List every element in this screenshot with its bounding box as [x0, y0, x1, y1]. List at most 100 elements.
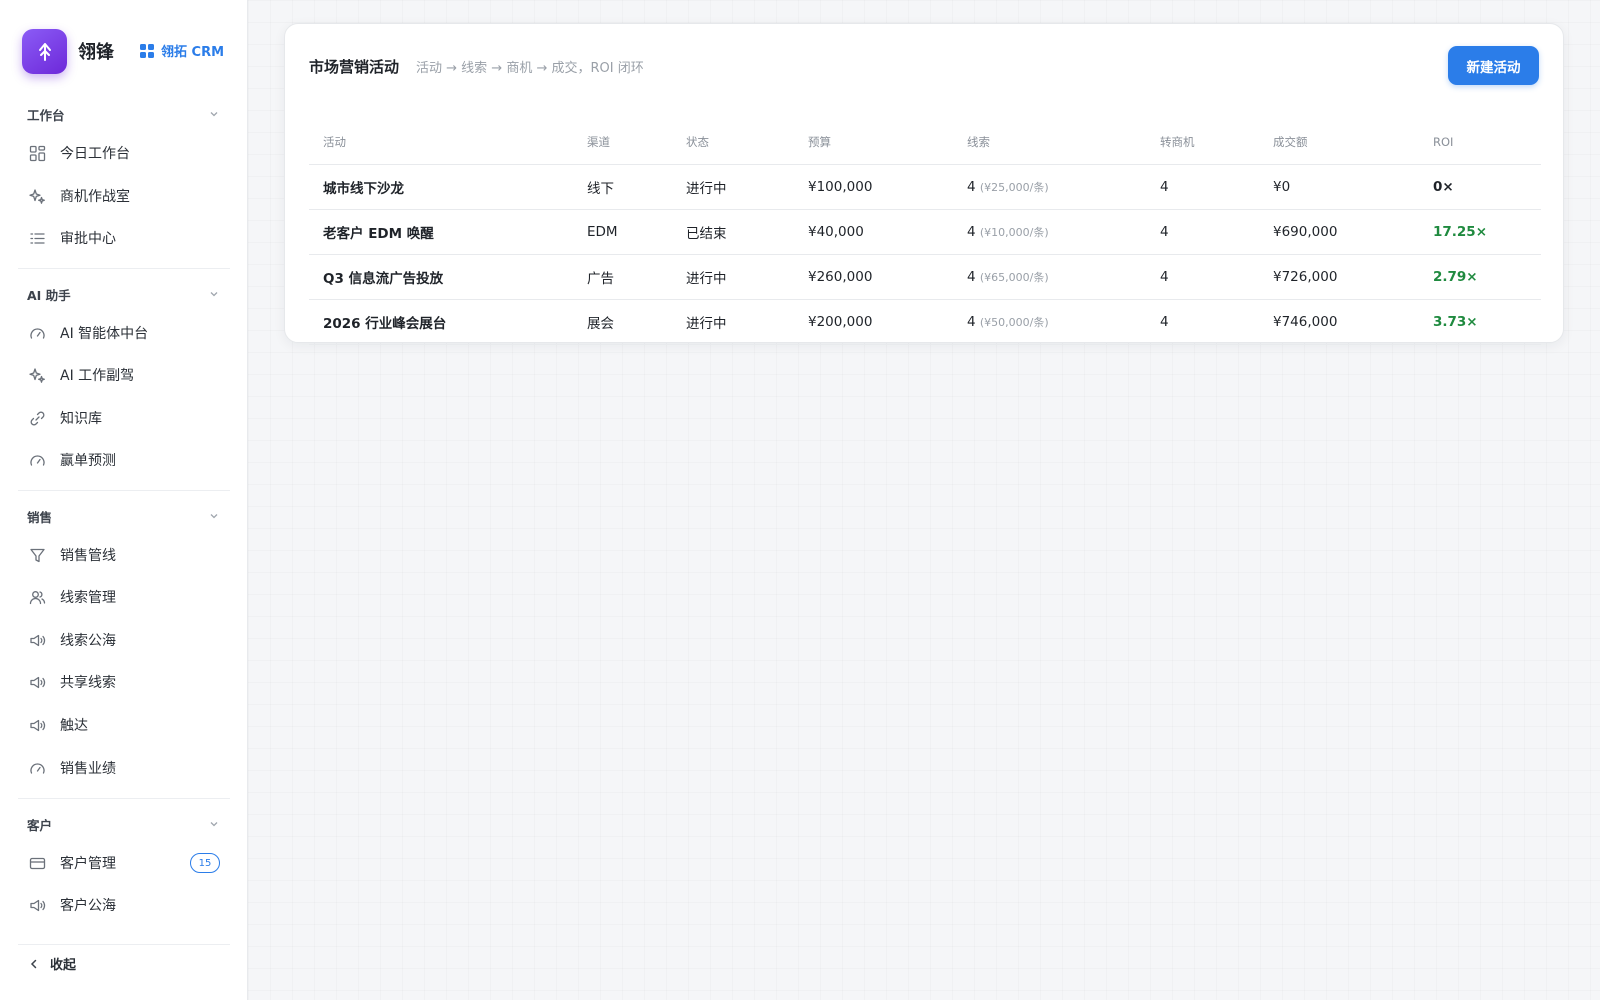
- campaign-name[interactable]: 城市线下沙龙: [309, 164, 573, 210]
- roi-cell: 3.73×: [1419, 299, 1541, 345]
- dashboard-icon: [28, 144, 46, 162]
- group-header-ai-assistant[interactable]: AI 助手: [27, 284, 220, 304]
- column-header[interactable]: 成交额: [1259, 120, 1419, 165]
- funnel-icon: [28, 546, 46, 564]
- sidebar-item-label: 审批中心: [60, 231, 116, 247]
- leads-cell: 4 (¥65,000/条): [953, 254, 1146, 300]
- megaphone-icon: [28, 673, 46, 691]
- channel-cell: 展会: [573, 299, 672, 345]
- divider: [18, 268, 230, 269]
- sidebar-item-shared-leads[interactable]: 共享线索: [28, 668, 220, 696]
- campaign-name[interactable]: 2026 行业峰会展台: [309, 299, 573, 345]
- table-row[interactable]: 2026 行业峰会展台 展会 进行中 ¥200,000 4 (¥50,000/条…: [309, 299, 1541, 345]
- leads-count: 4: [967, 313, 976, 330]
- brand-name: 翎锋: [78, 42, 114, 63]
- sidebar-item-opportunity-room[interactable]: 商机作战室: [28, 182, 220, 210]
- crm-label: 翎拓 CRM: [161, 45, 225, 60]
- table-row[interactable]: Q3 信息流广告投放 广告 进行中 ¥260,000 4 (¥65,000/条)…: [309, 254, 1541, 300]
- column-header[interactable]: 预算: [794, 120, 953, 165]
- chevron-down-icon: [210, 292, 218, 297]
- cost-per-lead: (¥50,000/条): [979, 315, 1049, 329]
- megaphone-icon: [28, 896, 46, 914]
- sidebar-item-outreach[interactable]: 触达: [28, 711, 220, 739]
- sidebar-item-sales-pipeline[interactable]: 销售管线: [28, 541, 220, 569]
- divider: [18, 798, 230, 799]
- revenue-cell: ¥746,000: [1259, 299, 1419, 345]
- page-subtitle: 活动 → 线索 → 商机 → 成交，ROI 闭环: [416, 61, 644, 76]
- chevron-left-icon: [30, 959, 37, 968]
- sidebar-item-ai-copilot[interactable]: AI 工作副驾: [28, 361, 220, 389]
- group-title: AI 助手: [27, 287, 71, 303]
- gauge-icon: [28, 451, 46, 469]
- group-title: 工作台: [27, 107, 65, 123]
- budget-cell: ¥100,000: [794, 164, 953, 210]
- revenue-cell: ¥0: [1259, 164, 1419, 210]
- roi-cell: 2.79×: [1419, 254, 1541, 300]
- sidebar-item-ai-agent-hub[interactable]: AI 智能体中台: [28, 319, 220, 347]
- column-header[interactable]: 转商机: [1146, 120, 1259, 165]
- budget-cell: ¥40,000: [794, 209, 953, 255]
- megaphone-icon: [28, 631, 46, 649]
- sidebar-item-label: 客户公海: [60, 898, 116, 914]
- leads-count: 4: [967, 178, 976, 195]
- sidebar-item-label: AI 工作副驾: [60, 368, 135, 384]
- status-cell: 进行中: [672, 299, 794, 345]
- status-cell: 进行中: [672, 164, 794, 210]
- crm-switch-link[interactable]: 翎拓 CRM: [140, 41, 224, 60]
- group-header-sales[interactable]: 销售: [27, 506, 220, 526]
- new-campaign-button[interactable]: 新建活动: [1448, 46, 1539, 85]
- column-header[interactable]: 渠道: [573, 120, 672, 165]
- logo-icon[interactable]: [22, 29, 67, 74]
- brand: 翎锋 翎拓 CRM: [22, 29, 232, 74]
- status-cell: 已结束: [672, 209, 794, 255]
- status-cell: 进行中: [672, 254, 794, 300]
- budget-cell: ¥200,000: [794, 299, 953, 345]
- column-header[interactable]: ROI: [1419, 120, 1541, 165]
- sidebar-item-label: 线索管理: [60, 590, 116, 606]
- channel-cell: 广告: [573, 254, 672, 300]
- collapse-label: 收起: [50, 958, 77, 973]
- chevron-down-icon: [210, 514, 218, 519]
- group-title: 客户: [27, 817, 53, 833]
- opportunities-cell: 4: [1146, 209, 1259, 255]
- table-row[interactable]: 老客户 EDM 唤醒 EDM 已结束 ¥40,000 4 (¥10,000/条)…: [309, 209, 1541, 255]
- table-header-row: 活动 渠道 状态 预算 线索 转商机 成交额 ROI: [309, 120, 1541, 165]
- collapse-sidebar-button[interactable]: 收起: [28, 954, 76, 973]
- sidebar-item-approval-center[interactable]: 审批中心: [28, 224, 220, 252]
- sidebar-item-knowledge-base[interactable]: 知识库: [28, 404, 220, 432]
- budget-cell: ¥260,000: [794, 254, 953, 300]
- sidebar-item-label: 客户管理: [60, 856, 116, 872]
- column-header[interactable]: 状态: [672, 120, 794, 165]
- sidebar-item-today-workbench[interactable]: 今日工作台: [28, 139, 220, 167]
- roi-cell: 0×: [1419, 164, 1541, 210]
- leads-cell: 4 (¥10,000/条): [953, 209, 1146, 255]
- leads-cell: 4 (¥25,000/条): [953, 164, 1146, 210]
- leads-count: 4: [967, 223, 976, 240]
- table-row[interactable]: 城市线下沙龙 线下 进行中 ¥100,000 4 (¥25,000/条) 4 ¥…: [309, 164, 1541, 210]
- divider: [18, 944, 230, 945]
- sidebar-item-sales-performance[interactable]: 销售业绩: [28, 754, 220, 782]
- opportunities-cell: 4: [1146, 164, 1259, 210]
- group-header-workbench[interactable]: 工作台: [27, 104, 220, 124]
- sidebar-item-customer-pool[interactable]: 客户公海: [28, 891, 220, 919]
- divider: [18, 490, 230, 491]
- channel-cell: EDM: [573, 209, 672, 255]
- sparkle-icon: [28, 366, 46, 384]
- sidebar-item-lead-pool[interactable]: 线索公海: [28, 626, 220, 654]
- column-header[interactable]: 线索: [953, 120, 1146, 165]
- sidebar-item-label: 商机作战室: [60, 189, 130, 205]
- sidebar-item-label: 知识库: [60, 411, 102, 427]
- campaigns-table: 活动 渠道 状态 预算 线索 转商机 成交额 ROI 城市线下沙龙 线下 进行中…: [309, 120, 1541, 345]
- sidebar-item-lead-management[interactable]: 线索管理: [28, 583, 220, 611]
- sidebar-item-label: AI 智能体中台: [60, 326, 149, 342]
- sidebar-item-customer-management[interactable]: 客户管理 15: [28, 849, 220, 877]
- group-header-customers[interactable]: 客户: [27, 814, 220, 834]
- campaign-name[interactable]: Q3 信息流广告投放: [309, 254, 573, 300]
- roi-cell: 17.25×: [1419, 209, 1541, 255]
- opportunities-cell: 4: [1146, 254, 1259, 300]
- cost-per-lead: (¥25,000/条): [979, 180, 1049, 194]
- sidebar-item-win-forecast[interactable]: 赢单预测: [28, 446, 220, 474]
- campaign-name[interactable]: 老客户 EDM 唤醒: [309, 209, 573, 255]
- revenue-cell: ¥726,000: [1259, 254, 1419, 300]
- column-header[interactable]: 活动: [309, 120, 573, 165]
